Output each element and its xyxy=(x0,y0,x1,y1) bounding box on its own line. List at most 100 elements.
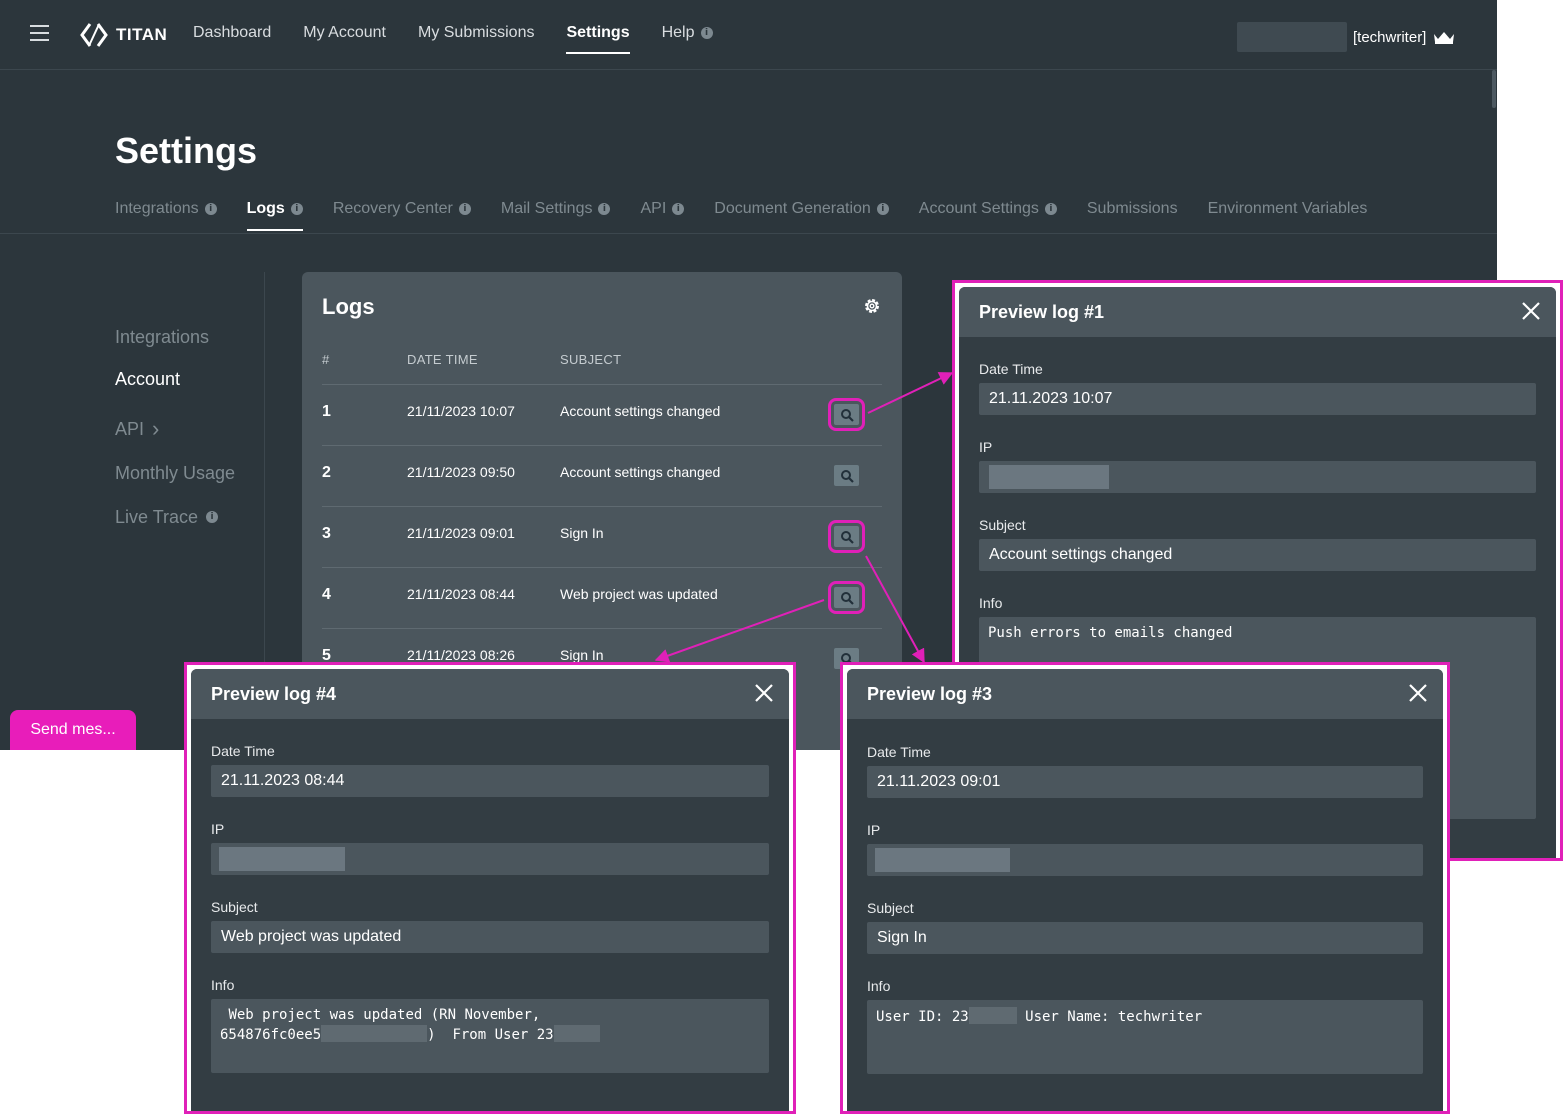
gear-icon[interactable] xyxy=(862,296,882,316)
info-label: Info xyxy=(979,595,1003,611)
row-num: 3 xyxy=(322,525,331,542)
datetime-label: Date Time xyxy=(211,743,275,759)
main-nav: Dashboard My Account My Submissions Sett… xyxy=(193,24,713,54)
tab-label: Submissions xyxy=(1086,200,1178,217)
username-label: [techwriter] xyxy=(1353,28,1427,46)
subject-label: Subject xyxy=(979,517,1026,533)
row-datetime: 21/11/2023 10:07 xyxy=(407,403,515,419)
dialog-title: Preview log #3 xyxy=(867,684,993,704)
close-icon[interactable] xyxy=(1520,300,1542,322)
magnifier-icon xyxy=(840,469,854,483)
ip-label: IP xyxy=(979,439,993,455)
column-num: # xyxy=(322,352,330,367)
info-icon[interactable]: i xyxy=(876,203,889,215)
info-text-part: ) From User 23 xyxy=(427,1027,554,1043)
tab-api[interactable]: API i xyxy=(640,200,685,218)
row-subject: Web project was updated xyxy=(560,586,718,602)
nav-dashboard[interactable]: Dashboard xyxy=(193,24,271,42)
row-num: 1 xyxy=(322,403,331,420)
subject-label: Subject xyxy=(867,900,914,916)
tab-label: Recovery Center xyxy=(332,200,453,217)
page-scrollbar[interactable] xyxy=(1492,70,1496,108)
divider xyxy=(264,272,265,672)
tab-document-generation[interactable]: Document Generation i xyxy=(714,200,889,218)
table-row: 3 21/11/2023 09:01 Sign In xyxy=(322,506,882,567)
ip-field[interactable] xyxy=(867,844,1423,876)
info-label: Info xyxy=(211,977,235,993)
top-navigation: TITAN Dashboard My Account My Submission… xyxy=(0,0,1497,70)
settings-tabs: Integrations i Logs i Recovery Center i Mai… xyxy=(115,200,1368,231)
subject-label: Subject xyxy=(211,899,258,915)
tab-label: Integrations xyxy=(115,200,199,217)
redacted-text xyxy=(553,1025,600,1042)
row-datetime: 21/11/2023 09:01 xyxy=(407,525,515,541)
redacted-ip xyxy=(989,465,1109,489)
tab-submissions[interactable]: Submissions xyxy=(1087,200,1178,218)
brand-name: TITAN xyxy=(116,25,168,44)
preview-log-3-dialog: Preview log #3 Date Time 21.11.2023 09:0… xyxy=(847,669,1443,1111)
datetime-field[interactable]: 21.11.2023 09:01 xyxy=(867,766,1423,798)
redacted-text xyxy=(321,1025,428,1042)
send-message-button[interactable]: Send mes... xyxy=(10,710,136,750)
datetime-field[interactable]: 21.11.2023 10:07 xyxy=(979,383,1536,415)
ip-label: IP xyxy=(211,821,225,837)
info-icon[interactable]: i xyxy=(598,203,611,215)
info-text-line1: Web project was updated (RN November, xyxy=(220,1007,541,1023)
info-textarea[interactable]: Web project was updated (RN November, 65… xyxy=(211,999,769,1073)
nav-my-submissions[interactable]: My Submissions xyxy=(418,24,534,42)
subnav-monthly-usage[interactable]: Monthly Usage xyxy=(115,451,235,495)
subject-field[interactable]: Sign In xyxy=(867,922,1423,954)
tab-environment-variables[interactable]: Environment Variables xyxy=(1208,200,1368,218)
user-menu[interactable]: [techwriter] xyxy=(1237,22,1456,52)
ip-field[interactable] xyxy=(211,843,769,875)
tab-label: Mail Settings xyxy=(500,200,593,217)
row-datetime: 21/11/2023 08:26 xyxy=(407,647,515,663)
subnav-api[interactable]: API › xyxy=(115,407,235,451)
info-icon[interactable]: i xyxy=(204,203,217,215)
tab-logs[interactable]: Logs i xyxy=(246,200,304,231)
info-text-part: User Name: techwriter xyxy=(1016,1009,1203,1025)
dialog-title: Preview log #4 xyxy=(211,684,337,704)
subnav-api-label: API xyxy=(115,418,145,439)
close-icon[interactable] xyxy=(753,682,775,704)
info-icon[interactable]: i xyxy=(672,203,685,215)
logs-title: Logs xyxy=(322,294,375,319)
info-icon[interactable]: i xyxy=(290,203,303,215)
info-icon[interactable]: i xyxy=(1044,203,1057,215)
nav-my-account[interactable]: My Account xyxy=(303,24,386,42)
table-row: 4 21/11/2023 08:44 Web project was updat… xyxy=(322,567,882,628)
close-icon[interactable] xyxy=(1407,682,1429,704)
divider xyxy=(0,233,1497,234)
info-icon[interactable]: i xyxy=(206,511,219,523)
preview-log-button[interactable] xyxy=(834,465,859,486)
nav-settings[interactable]: Settings xyxy=(566,24,630,54)
titan-logo[interactable]: TITAN xyxy=(80,21,167,49)
tab-account-settings[interactable]: Account Settings i xyxy=(919,200,1057,218)
ip-field[interactable] xyxy=(979,461,1536,493)
hamburger-menu-icon[interactable] xyxy=(30,25,49,41)
preview-log-4-dialog: Preview log #4 Date Time 21.11.2023 08:4… xyxy=(191,669,789,1111)
info-icon[interactable]: i xyxy=(458,203,471,215)
preview-log-button[interactable] xyxy=(828,581,865,614)
subject-field[interactable]: Web project was updated xyxy=(211,921,769,953)
dialog-title: Preview log #1 xyxy=(979,302,1105,322)
nav-help-label: Help xyxy=(661,24,695,41)
info-icon[interactable]: i xyxy=(700,27,713,39)
tab-integrations[interactable]: Integrations i xyxy=(115,200,217,218)
nav-help[interactable]: Help i xyxy=(662,24,713,42)
preview-log-button[interactable] xyxy=(828,398,865,431)
tab-recovery-center[interactable]: Recovery Center i xyxy=(333,200,471,218)
subnav-integrations[interactable]: Integrations xyxy=(115,315,235,359)
datetime-field[interactable]: 21.11.2023 08:44 xyxy=(211,765,769,797)
magnifier-icon xyxy=(840,591,854,605)
redacted-text xyxy=(968,1007,1017,1024)
tab-label: Account Settings xyxy=(918,200,1039,217)
subnav-live-trace[interactable]: Live Trace i xyxy=(115,495,235,539)
ip-label: IP xyxy=(867,822,881,838)
info-textarea[interactable]: User ID: 23 User Name: techwriter xyxy=(867,1000,1423,1074)
tab-mail-settings[interactable]: Mail Settings i xyxy=(501,200,611,218)
redacted-ip xyxy=(219,847,345,871)
subject-field[interactable]: Account settings changed xyxy=(979,539,1536,571)
subnav-account[interactable]: Account xyxy=(115,357,235,401)
preview-log-button[interactable] xyxy=(828,520,865,553)
